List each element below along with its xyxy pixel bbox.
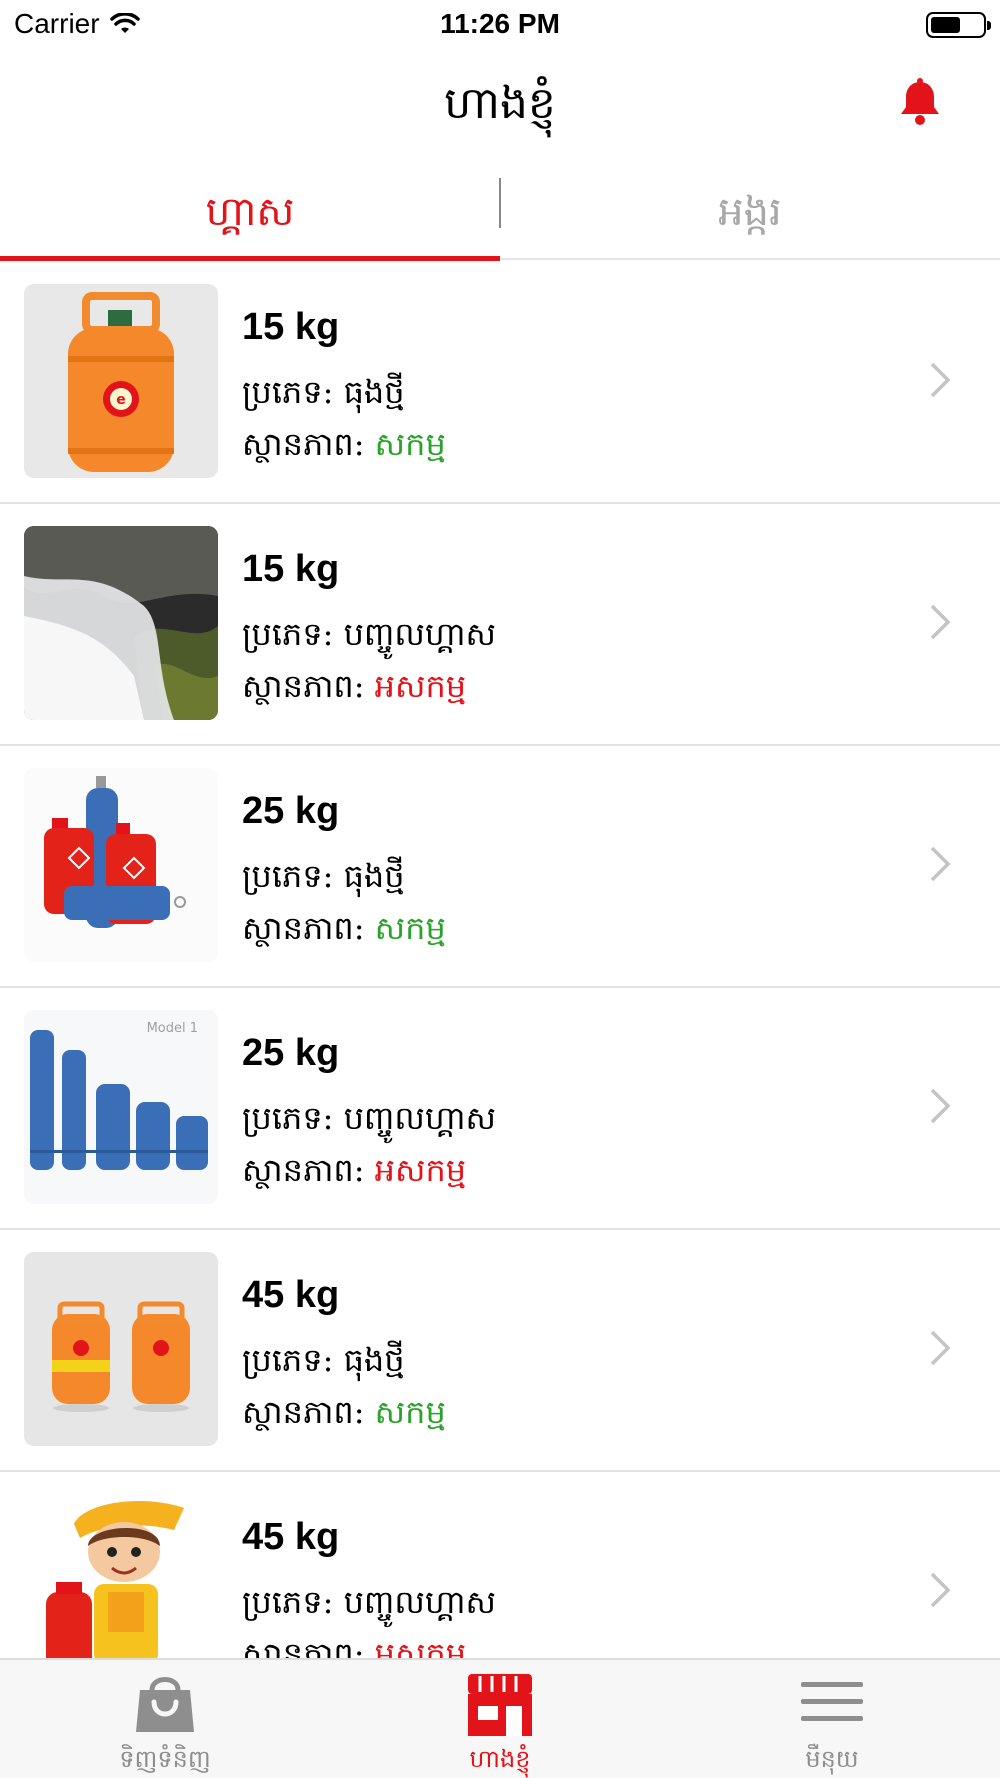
item-status: ស្ថានភាព: អសកម្ម — [242, 1634, 466, 1658]
type-label: ប្រភេទ: — [242, 1583, 344, 1621]
type-value: បញ្ចូលហ្គាស — [343, 1099, 496, 1137]
shopping-bag-icon — [136, 1677, 194, 1732]
type-value: បញ្ចូលហ្គាស — [343, 615, 496, 653]
type-value: ធុងថ្មី — [343, 857, 405, 895]
list-item[interactable]: 45 kg ប្រភេទ: បញ្ចូលហ្គាស ស្ថានភាព: អសកម… — [0, 1472, 1000, 1658]
list-item[interactable]: 15 kg ប្រភេទ: បញ្ចូលហ្គាស ស្ថានភាព: អសកម… — [0, 504, 1000, 746]
status-label: ស្ថានភាព: — [242, 425, 375, 463]
tab-gas[interactable]: ហ្គាស — [0, 170, 500, 260]
status-value: អសកម្ម — [374, 1635, 467, 1658]
status-value: សកម្ម — [374, 909, 446, 947]
product-image: Model 1 — [24, 1010, 218, 1204]
item-weight: 25 kg — [242, 1032, 340, 1074]
category-tabs: ហ្គាស អង្ករ — [0, 170, 1000, 261]
chevron-right-icon — [930, 1088, 951, 1124]
list-item[interactable]: 45 kg ប្រភេទ: ធុងថ្មី ស្ថានភាព: សកម្ម — [0, 1230, 1000, 1472]
product-list: e 15 kg ប្រភេទ: ធុងថ្មី ស្ថានភាព: សកម្ម … — [0, 262, 1000, 1658]
item-type: ប្រភេទ: បញ្ចូលហ្គាស — [242, 1582, 496, 1629]
status-label: ស្ថានភាព: — [242, 667, 375, 705]
item-weight: 45 kg — [242, 1516, 340, 1558]
list-item[interactable]: e 15 kg ប្រភេទ: ធុងថ្មី ស្ថានភាព: សកម្ម — [0, 262, 1000, 504]
status-value: សកម្ម — [374, 425, 446, 463]
image-caption: Model 1 — [147, 1021, 198, 1036]
tab-bar-label: ទិញទំនិញ — [119, 1745, 211, 1773]
clock: 11:26 PM — [440, 8, 560, 39]
item-type: ប្រភេទ: បញ្ចូលហ្គាស — [242, 1098, 496, 1145]
type-value: ធុងថ្មី — [343, 1341, 405, 1379]
tab-bar-label: មឺនុយ — [805, 1745, 859, 1773]
product-image — [24, 768, 218, 962]
item-weight: 15 kg — [242, 548, 340, 590]
type-value: បញ្ចូលហ្គាស — [343, 1583, 496, 1621]
list-item[interactable]: 25 kg ប្រភេទ: ធុងថ្មី ស្ថានភាព: សកម្ម — [0, 746, 1000, 988]
item-status: ស្ថានភាព: សកម្ម — [242, 908, 446, 955]
chevron-right-icon — [930, 846, 951, 882]
type-label: ប្រភេទ: — [242, 615, 344, 653]
type-label: ប្រភេទ: — [242, 1099, 344, 1137]
item-type: ប្រភេទ: ធុងថ្មី — [242, 372, 405, 419]
tab-bar-item-menu[interactable]: មឺនុយ — [707, 1660, 957, 1778]
item-status: ស្ថានភាព: សកម្ម — [242, 424, 446, 471]
tab-bar-item-my-store[interactable]: ហាងខ្ញុំ — [375, 1660, 625, 1778]
item-status: ស្ថានភាព: អសកម្ម — [242, 1150, 466, 1197]
svg-text:e: e — [116, 392, 126, 408]
status-label: ស្ថានភាព: — [242, 1635, 375, 1658]
type-label: ប្រភេទ: — [242, 857, 344, 895]
type-label: ប្រភេទ: — [242, 373, 344, 411]
item-weight: 25 kg — [242, 790, 340, 832]
product-image: e — [24, 284, 218, 478]
page-title: ហាងខ្ញុំ — [444, 78, 556, 129]
tab-bar-item-shop[interactable]: ទិញទំនិញ — [40, 1660, 290, 1778]
tab-bar-label: ហាងខ្ញុំ — [469, 1745, 531, 1773]
bottom-tab-bar: ទិញទំនិញ ហាងខ្ញុំ មឺនុយ — [0, 1658, 1000, 1778]
status-label: ស្ថានភាព: — [242, 1151, 375, 1189]
menu-icon — [801, 1682, 863, 1721]
item-weight: 15 kg — [242, 306, 340, 348]
type-label: ប្រភេទ: — [242, 1341, 344, 1379]
status-bar: Carrier 11:26 PM — [0, 0, 1000, 50]
chevron-right-icon — [930, 1572, 951, 1608]
item-type: ប្រភេទ: ធុងថ្មី — [242, 1340, 405, 1387]
navigation-bar: ហាងខ្ញុំ — [0, 50, 1000, 170]
status-label: ស្ថានភាព: — [242, 1393, 375, 1431]
item-weight: 45 kg — [242, 1274, 340, 1316]
chevron-right-icon — [930, 362, 951, 398]
chevron-right-icon — [930, 1330, 951, 1366]
status-value: អសកម្ម — [374, 1151, 467, 1189]
bell-icon[interactable] — [898, 78, 942, 126]
item-status: ស្ថានភាព: សកម្ម — [242, 1392, 446, 1439]
type-value: ធុងថ្មី — [343, 373, 405, 411]
chevron-right-icon — [930, 604, 951, 640]
status-value: សកម្ម — [374, 1393, 446, 1431]
item-type: ប្រភេទ: បញ្ចូលហ្គាស — [242, 614, 496, 661]
status-value: អសកម្ម — [374, 667, 467, 705]
status-label: ស្ថានភាព: — [242, 909, 375, 947]
battery-icon — [926, 12, 991, 38]
product-image — [24, 1252, 218, 1446]
item-status: ស្ថានភាព: អសកម្ម — [242, 666, 466, 713]
list-item[interactable]: Model 1 25 kg ប្រភេទ: បញ្ចូលហ្គាស ស្ថានភ… — [0, 988, 1000, 1230]
product-image — [24, 1494, 218, 1658]
store-icon — [468, 1674, 532, 1736]
item-type: ប្រភេទ: ធុងថ្មី — [242, 856, 405, 903]
product-image — [24, 526, 218, 720]
active-tab-indicator — [0, 256, 500, 261]
tab-rice[interactable]: អង្ករ — [500, 170, 1000, 260]
